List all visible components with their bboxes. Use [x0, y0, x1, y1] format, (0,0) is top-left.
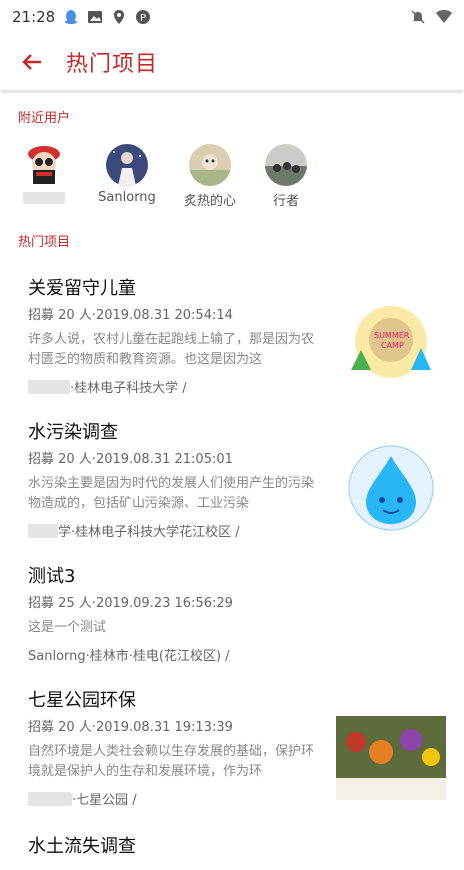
project-location-text: ·七星公园 /	[72, 793, 137, 808]
user-avatar	[106, 144, 148, 186]
project-title: 七星公园环保	[28, 690, 136, 711]
project-item[interactable]: 水土流失调查	[18, 820, 446, 870]
nearby-users-label: 附近用户	[18, 111, 71, 126]
project-title: 关爱留守儿童	[28, 278, 136, 299]
project-thumbnail	[336, 444, 446, 532]
project-desc: 自然环境是人类社会赖以生存发展的基础，保护环境就是保护人的生存和发展环境，作为环	[28, 744, 315, 779]
bell-off-icon	[411, 10, 425, 24]
project-location-text: Sanlorng·桂林市·桂电(花江校区) /	[28, 649, 230, 664]
organizer-redacted	[28, 791, 72, 806]
nearby-user[interactable]: Sanlorng	[90, 144, 164, 209]
project-item[interactable]: 关爱留守儿童 招募 20 人·2019.08.31 20:54:14 许多人说，…	[18, 264, 446, 408]
project-location: 学·桂林电子科技大学花江校区 /	[28, 521, 324, 540]
user-name-redacted	[23, 192, 65, 204]
user-name: Sanlorng	[98, 190, 156, 205]
project-item[interactable]: 七星公园环保 招募 20 人·2019.08.31 19:13:39 自然环境是…	[18, 676, 446, 820]
project-desc: 水污染主要是因为时代的发展人们使用产生的污染物造成的，包括矿山污染源、工业污染	[28, 476, 315, 511]
project-meta: 招募 20 人·2019.08.31 21:05:01	[28, 452, 233, 467]
project-title: 水土流失调查	[28, 836, 136, 857]
project-item[interactable]: 测试3 招募 25 人·2019.09.23 16:56:29 这是一个测试 S…	[18, 552, 446, 676]
user-name: 炙热的心	[183, 194, 236, 209]
svg-text:SUMMER: SUMMER	[374, 331, 410, 340]
project-thumbnail: SUMMER CAMP	[336, 300, 446, 388]
project-location-text: 学·桂林电子科技大学花江校区 /	[58, 525, 240, 540]
project-meta: 招募 20 人·2019.08.31 19:13:39	[28, 720, 233, 735]
user-avatar	[189, 144, 231, 186]
status-time: 21:28	[12, 8, 56, 26]
qq-icon	[65, 10, 78, 24]
organizer-redacted	[28, 523, 58, 538]
user-avatar	[265, 144, 307, 186]
project-location: ·桂林电子科技大学 /	[28, 377, 324, 396]
status-bar: 21:28 P	[0, 0, 464, 34]
project-title: 水污染调查	[28, 422, 118, 443]
arrow-left-icon	[22, 54, 41, 70]
project-location: ·七星公园 /	[28, 789, 324, 808]
svg-text:P: P	[140, 13, 146, 24]
project-title: 测试3	[28, 566, 76, 587]
wifi-icon	[436, 10, 452, 23]
location-icon	[114, 10, 125, 24]
project-item[interactable]: 水污染调查 招募 20 人·2019.08.31 21:05:01 水污染主要是…	[18, 408, 446, 552]
project-desc: 这是一个测试	[28, 620, 107, 635]
nearby-users-list: Sanlorng 炙热的心 行者	[0, 144, 464, 209]
project-meta: 招募 20 人·2019.08.31 20:54:14	[28, 308, 233, 323]
page-title: 热门项目	[66, 52, 159, 77]
nearby-user[interactable]: 行者	[256, 144, 316, 209]
nearby-user[interactable]: 炙热的心	[180, 144, 240, 209]
user-avatar	[28, 146, 60, 184]
user-name: 行者	[272, 194, 299, 209]
project-location-text: ·桂林电子科技大学 /	[70, 381, 187, 396]
hot-projects-label: 热门项目	[18, 235, 71, 250]
project-location: Sanlorng·桂林市·桂电(花江校区) /	[28, 645, 446, 664]
app-bar: 热门项目	[0, 34, 464, 91]
back-button[interactable]	[18, 48, 46, 76]
image-icon	[88, 11, 103, 23]
organizer-redacted	[28, 379, 70, 394]
project-thumbnail	[336, 712, 446, 800]
nearby-user[interactable]	[14, 144, 74, 209]
p-app-icon: P	[136, 10, 151, 24]
project-desc: 许多人说，农村儿童在起跑线上输了，那是因为农村匮乏的物质和教育资源。也这是因为这	[28, 332, 315, 367]
project-meta: 招募 25 人·2019.09.23 16:56:29	[28, 596, 233, 611]
project-list: 关爱留守儿童 招募 20 人·2019.08.31 20:54:14 许多人说，…	[0, 264, 464, 870]
svg-text:CAMP: CAMP	[381, 341, 404, 350]
